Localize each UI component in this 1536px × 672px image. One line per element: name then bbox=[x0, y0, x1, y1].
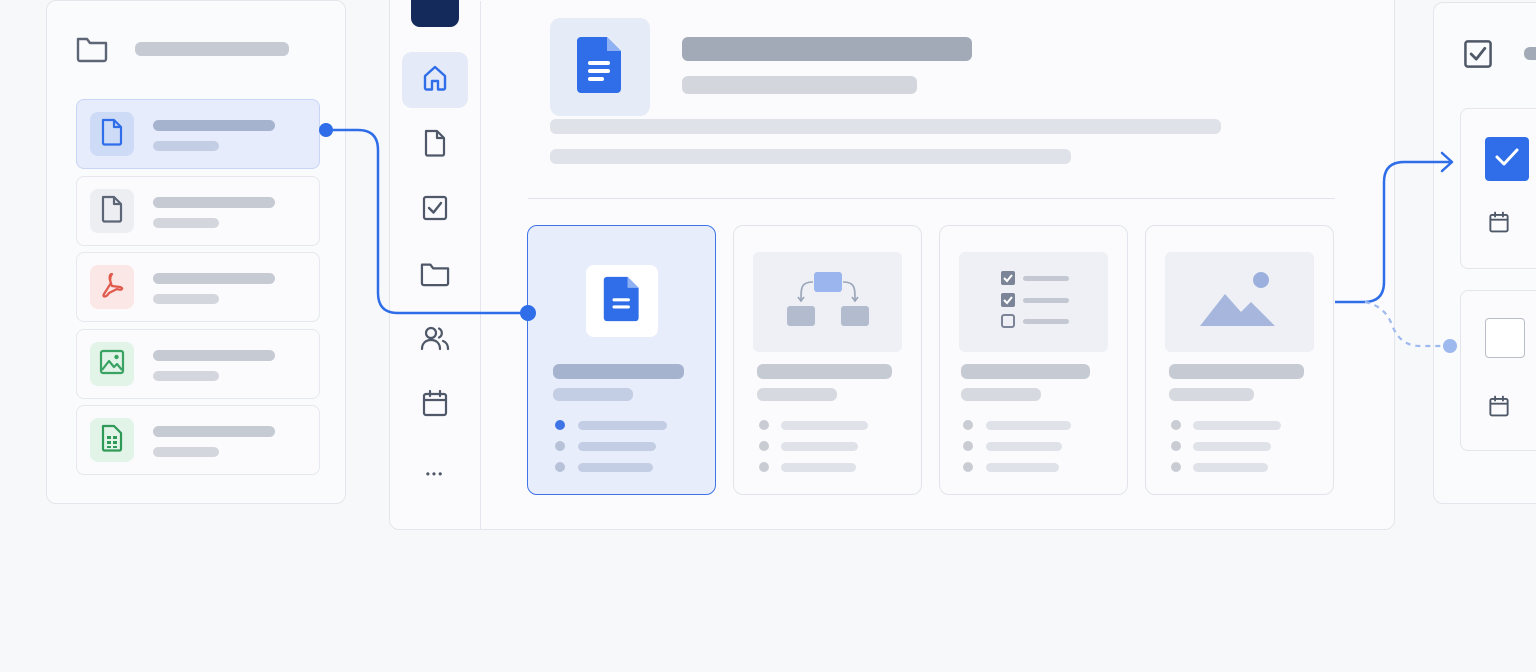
connector-lines bbox=[319, 123, 1457, 353]
